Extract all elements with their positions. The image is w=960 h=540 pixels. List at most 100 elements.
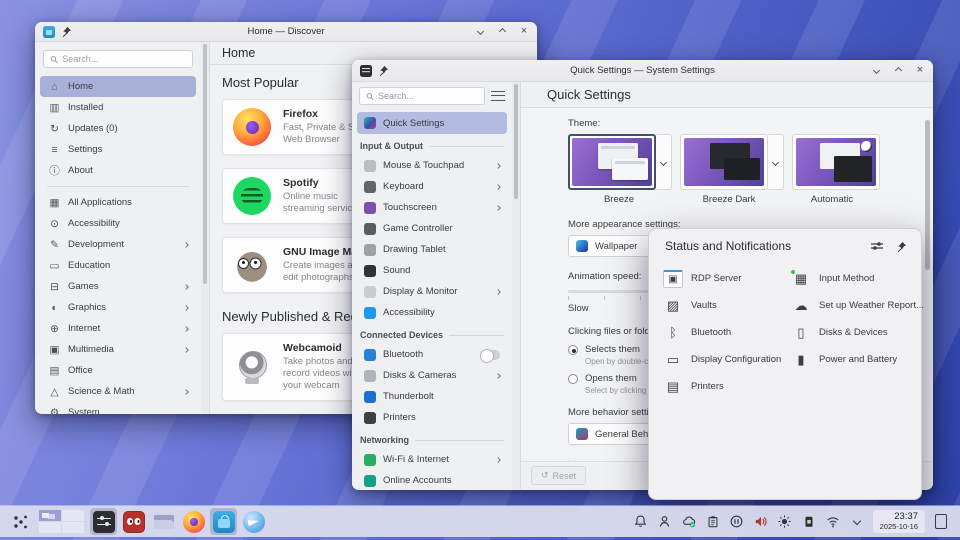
sidebar-item[interactable]: Touchscreen <box>357 197 507 218</box>
category-label: Games <box>68 281 177 292</box>
settings-sidebar: Quick Settings Input & Output <box>352 82 512 489</box>
theme-automatic-thumbnail[interactable] <box>792 134 880 190</box>
virtual-desktop-pager[interactable] <box>39 510 84 533</box>
discover-category-item[interactable]: ⊟ Games <box>40 276 196 297</box>
theme-label: Theme: <box>568 118 913 129</box>
discover-nav-item[interactable]: ≡ Settings <box>40 139 196 160</box>
taskbar-discover[interactable] <box>210 508 237 535</box>
settings-titlebar[interactable]: Quick Settings — System Settings × <box>352 60 933 82</box>
clock[interactable]: 23:37 2025-10-16 <box>873 510 925 533</box>
status-item[interactable]: ▤ Printers <box>657 373 785 400</box>
status-item[interactable]: ▮ Power and Battery <box>785 346 913 373</box>
search-input[interactable] <box>378 91 478 101</box>
discover-category-item[interactable]: ⊕ Internet <box>40 318 196 339</box>
status-item-icon: ᛒ <box>663 324 683 342</box>
desktop-3[interactable] <box>39 522 61 533</box>
pin-icon[interactable] <box>378 65 389 76</box>
menu-icon[interactable] <box>491 91 505 101</box>
taskbar-dolphin[interactable] <box>150 508 177 535</box>
status-item[interactable]: ▨ Vaults <box>657 292 785 319</box>
discover-category-item[interactable]: ▦ All Applications <box>40 192 196 213</box>
discover-titlebar[interactable]: Home — Discover × <box>35 22 537 42</box>
wifi-icon[interactable] <box>823 510 843 532</box>
desktop-1[interactable] <box>39 510 61 521</box>
discover-category-item[interactable]: ▤ Office <box>40 360 196 381</box>
sidebar-item[interactable]: Sound <box>357 260 507 281</box>
battery-indicator-icon[interactable] <box>799 510 819 532</box>
discover-category-item[interactable]: ▭ Education <box>40 255 196 276</box>
status-item[interactable]: ▣ RDP Server <box>657 265 785 292</box>
theme-breeze-variants-button[interactable] <box>656 134 672 190</box>
content-scrollbar[interactable] <box>925 120 930 270</box>
user-switcher-icon[interactable] <box>655 510 675 532</box>
status-item[interactable]: ☁ Set up Weather Report... <box>785 292 913 319</box>
sidebar-item[interactable]: Printers <box>357 407 507 428</box>
discover-nav-item[interactable]: ⓘ About <box>40 160 196 181</box>
status-item[interactable]: ᛒ Bluetooth <box>657 319 785 346</box>
taskbar-media-app[interactable] <box>120 508 147 535</box>
sidebar-item[interactable]: Accessibility <box>357 302 507 323</box>
maximize-button[interactable] <box>893 66 903 76</box>
minimize-button[interactable] <box>475 27 485 37</box>
sidebar-item[interactable]: Wi-Fi & Internet <box>357 449 507 470</box>
expand-tray-icon[interactable] <box>847 510 867 532</box>
clipboard-icon[interactable] <box>703 510 723 532</box>
discover-app-icon <box>43 26 55 38</box>
taskbar-firefox[interactable] <box>180 508 207 535</box>
sidebar-item[interactable]: Bluetooth <box>357 344 507 365</box>
sidebar-item[interactable]: Drawing Tablet <box>357 239 507 260</box>
discover-category-item[interactable]: ⚙ System <box>40 402 196 414</box>
reset-button[interactable]: ↺ Reset <box>531 466 586 485</box>
desktop-2[interactable] <box>62 510 84 521</box>
show-desktop-button[interactable] <box>935 514 947 529</box>
search-input[interactable] <box>62 54 186 64</box>
media-playback-icon[interactable] <box>727 510 747 532</box>
pin-icon[interactable] <box>61 26 72 37</box>
sidebar-item[interactable]: Display & Monitor <box>357 281 507 302</box>
sidebar-scrollbar[interactable] <box>512 82 520 489</box>
settings-search[interactable] <box>359 87 485 105</box>
discover-search[interactable] <box>43 50 193 68</box>
maximize-button[interactable] <box>497 27 507 37</box>
status-item[interactable]: ▭ Display Configuration <box>657 346 785 373</box>
status-item[interactable]: ▯ Disks & Devices <box>785 319 913 346</box>
bluetooth-toggle[interactable] <box>480 350 500 360</box>
notifications-icon[interactable] <box>631 510 651 532</box>
sidebar-scrollbar[interactable] <box>201 42 209 413</box>
minimize-button[interactable] <box>871 66 881 76</box>
volume-icon[interactable] <box>751 510 771 532</box>
close-button[interactable]: × <box>519 27 529 37</box>
status-item[interactable]: ▦ Input Method <box>785 265 913 292</box>
status-item-icon: ▭ <box>663 351 683 369</box>
theme-breeze-thumbnail[interactable] <box>568 134 656 190</box>
discover-nav-item[interactable]: ⌂ Home <box>40 76 196 97</box>
taskbar-travel-app[interactable] <box>240 508 267 535</box>
sidebar-item[interactable]: Mouse & Touchpad <box>357 155 507 176</box>
theme-breeze-dark-thumbnail[interactable] <box>680 134 768 190</box>
category-label: Multimedia <box>68 344 177 355</box>
brightness-icon[interactable] <box>775 510 795 532</box>
discover-nav-item[interactable]: ↻ Updates (0) <box>40 118 196 139</box>
sidebar-item[interactable]: Keyboard <box>357 176 507 197</box>
sidebar-item[interactable]: Disks & Cameras <box>357 365 507 386</box>
cloud-sync-icon[interactable] <box>679 510 699 532</box>
pin-icon[interactable] <box>896 241 907 252</box>
sidebar-item[interactable]: Online Accounts <box>357 470 507 490</box>
discover-category-item[interactable]: ▣ Multimedia <box>40 339 196 360</box>
app-launcher-button[interactable] <box>7 508 34 535</box>
sidebar-item-label: Wi-Fi & Internet <box>383 454 489 465</box>
discover-category-item[interactable]: ✎ Development <box>40 234 196 255</box>
discover-nav-item[interactable]: ▥ Installed <box>40 97 196 118</box>
discover-category-item[interactable]: ◐ Graphics <box>40 297 196 318</box>
sidebar-item[interactable]: Thunderbolt <box>357 386 507 407</box>
discover-category-item[interactable]: ⊙ Accessibility <box>40 213 196 234</box>
theme-breeze-dark-variants-button[interactable] <box>768 134 784 190</box>
search-icon <box>50 55 58 64</box>
close-button[interactable]: × <box>915 66 925 76</box>
taskbar-system-settings[interactable] <box>90 508 117 535</box>
sidebar-item[interactable]: Game Controller <box>357 218 507 239</box>
discover-category-item[interactable]: △ Science & Math <box>40 381 196 402</box>
sidebar-item-quick-settings[interactable]: Quick Settings <box>357 112 507 134</box>
configure-icon[interactable] <box>870 240 884 252</box>
desktop-4[interactable] <box>62 522 84 533</box>
